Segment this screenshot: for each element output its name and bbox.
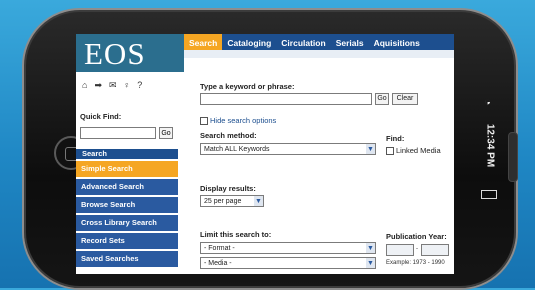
sub-nav-bar: [184, 50, 454, 58]
mail-icon[interactable]: ✉: [109, 80, 117, 91]
chevron-down-icon: ▼: [366, 258, 375, 268]
limit-search-label: Limit this search to:: [200, 230, 272, 239]
search-form: Type a keyword or phrase: Go Clear Hide …: [198, 72, 454, 274]
user-icon[interactable]: ♀: [124, 80, 131, 91]
tab-cataloging[interactable]: Cataloging: [222, 34, 276, 50]
wifi-icon: ◔: [481, 98, 494, 106]
search-method-label: Search method:: [200, 131, 257, 140]
pub-year-from-input[interactable]: [386, 244, 414, 256]
forward-icon[interactable]: ➡: [94, 80, 102, 91]
collapse-checkbox-icon: [200, 117, 208, 126]
menu-item-simple-search[interactable]: Simple Search: [76, 161, 178, 177]
sidebar: ⌂ ➡ ✉ ♀ ? Quick Find: Go Search Simple S…: [76, 72, 184, 274]
speaker-grille: [508, 132, 518, 182]
menu-item-cross-library-search[interactable]: Cross Library Search: [76, 215, 178, 231]
battery-icon: [481, 190, 497, 199]
search-method-select[interactable]: Match ALL Keywords ▼: [200, 143, 376, 155]
menu-item-record-sets[interactable]: Record Sets: [76, 233, 178, 249]
format-select[interactable]: - Format - ▼: [200, 242, 376, 254]
hide-search-options-link[interactable]: Hide search options: [200, 116, 276, 126]
eos-logo: EOS: [84, 36, 146, 71]
display-results-label: Display results:: [200, 184, 256, 193]
media-select[interactable]: - Media - ▼: [200, 257, 376, 269]
linked-media-checkbox[interactable]: [386, 147, 394, 156]
chevron-down-icon: ▼: [366, 144, 375, 154]
linked-media-option[interactable]: Linked Media: [386, 146, 441, 156]
keyword-input[interactable]: [200, 93, 372, 105]
search-go-button[interactable]: Go: [375, 93, 389, 105]
quick-find-go-button[interactable]: Go: [159, 127, 173, 139]
menu-item-browse-search[interactable]: Browse Search: [76, 197, 178, 213]
tab-circulation[interactable]: Circulation: [276, 34, 330, 50]
publication-year-label: Publication Year:: [386, 232, 447, 241]
clear-button[interactable]: Clear: [392, 93, 418, 105]
home-icon[interactable]: ⌂: [82, 80, 87, 91]
pub-year-to-input[interactable]: [421, 244, 449, 256]
display-results-select[interactable]: 25 per page ▼: [200, 195, 264, 207]
status-bar: ◔ 12:34 PM: [476, 98, 502, 208]
menu-item-advanced-search[interactable]: Advanced Search: [76, 179, 178, 195]
tab-serials[interactable]: Serials: [331, 34, 369, 50]
menu-item-saved-searches[interactable]: Saved Searches: [76, 251, 178, 267]
search-menu: Simple Search Advanced Search Browse Sea…: [76, 161, 178, 269]
logo-area: EOS: [76, 34, 184, 72]
nav-icon-row: ⌂ ➡ ✉ ♀ ?: [82, 80, 142, 91]
find-label: Find:: [386, 134, 405, 143]
status-time: 12:34 PM: [484, 123, 496, 168]
help-icon[interactable]: ?: [137, 80, 142, 91]
chevron-down-icon: ▼: [366, 243, 375, 253]
tab-aquisitions[interactable]: Aquisitions: [369, 34, 425, 50]
quick-find-label: Quick Find:: [80, 112, 122, 121]
keyword-label: Type a keyword or phrase:: [200, 82, 295, 91]
pub-year-example: Example: 1973 - 1990: [386, 260, 445, 266]
year-range-dash: -: [416, 246, 418, 252]
tab-search[interactable]: Search: [184, 34, 223, 50]
app-screen: EOS Search Cataloging Circulation Serial…: [76, 34, 454, 274]
chevron-down-icon: ▼: [254, 196, 263, 206]
search-menu-header: Search: [76, 149, 178, 159]
top-nav-bar: Search Cataloging Circulation Serials Aq…: [184, 34, 454, 50]
quick-find-input[interactable]: [80, 127, 156, 139]
